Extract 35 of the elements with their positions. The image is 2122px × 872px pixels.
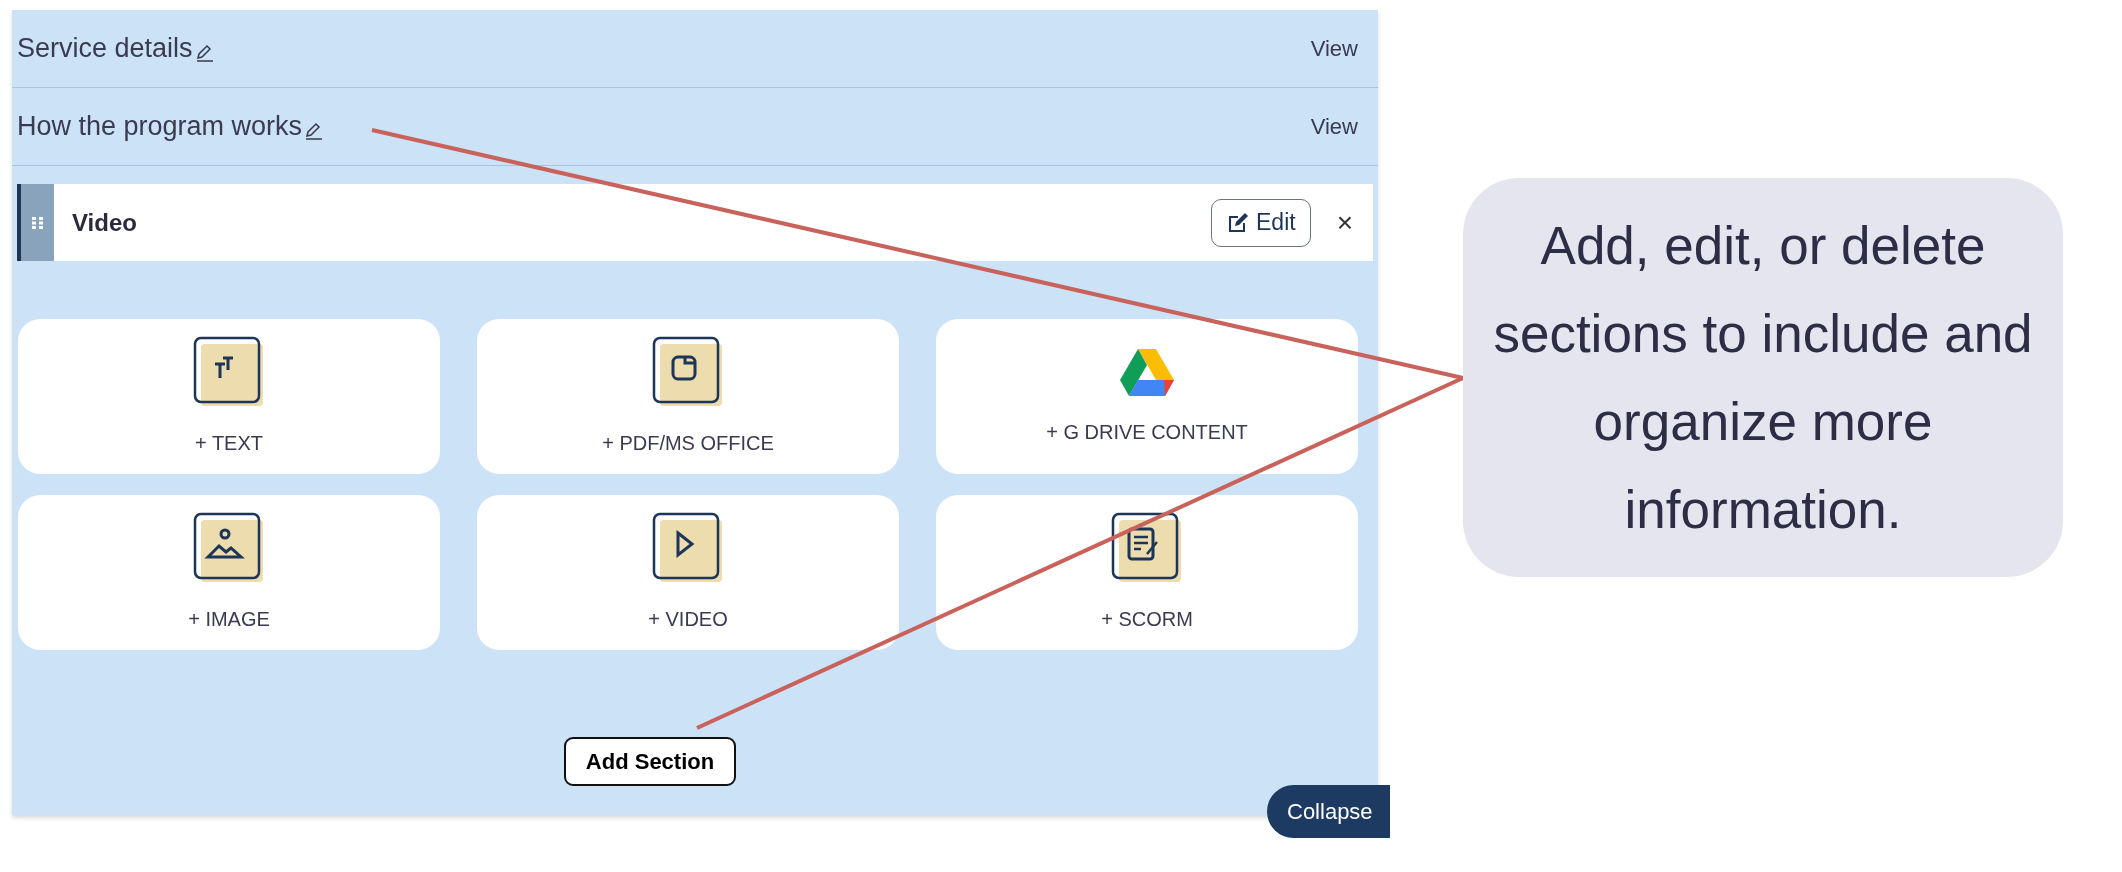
section-row[interactable]: Service details View — [12, 10, 1378, 88]
content-type-tile[interactable]: + IMAGE — [18, 495, 440, 650]
content-type-tile[interactable]: + VIDEO — [477, 495, 899, 650]
tile-label: + SCORM — [1101, 606, 1193, 632]
callout-text: Add, edit, or delete sections to include and organize more information. — [1492, 214, 2034, 541]
section-row[interactable]: How the program works View — [12, 88, 1378, 166]
tile-label: + IMAGE — [188, 606, 270, 632]
drag-icon — [30, 215, 45, 230]
section-title: Service details — [17, 32, 193, 66]
tile-label: + PDF/MS OFFICE — [602, 430, 774, 456]
tile-label: + TEXT — [195, 430, 263, 456]
content-type-tile[interactable]: + SCORM — [936, 495, 1358, 650]
block-title: Video — [72, 207, 137, 238]
triangle-logo-icon — [1119, 346, 1175, 397]
content-type-tile[interactable]: + PDF/MS OFFICE — [477, 319, 899, 474]
content-type-tile[interactable]: + G DRIVE CONTENT — [936, 319, 1358, 474]
pencil-icon[interactable] — [194, 42, 215, 63]
pencil-icon[interactable] — [304, 120, 325, 141]
collapse-button[interactable]: Collapse — [1267, 785, 1390, 838]
drag-handle[interactable] — [17, 184, 54, 261]
content-type-tile[interactable]: + TEXT — [18, 319, 440, 474]
edit-icon — [1226, 211, 1250, 234]
image-icon — [193, 511, 265, 584]
edit-button[interactable]: Edit — [1211, 198, 1311, 247]
section-title: How the program works — [17, 110, 303, 144]
tile-label: + G DRIVE CONTENT — [1046, 419, 1248, 445]
tile-label: + VIDEO — [648, 606, 728, 632]
view-link[interactable]: View — [1310, 110, 1358, 143]
text-size-icon — [193, 335, 265, 408]
close-button[interactable]: × — [1336, 201, 1353, 244]
document-icon — [652, 335, 724, 408]
clipboard-pencil-icon — [1111, 511, 1183, 584]
play-icon — [652, 511, 724, 584]
view-link[interactable]: View — [1310, 32, 1358, 65]
add-section-button[interactable]: Add Section — [563, 737, 737, 786]
